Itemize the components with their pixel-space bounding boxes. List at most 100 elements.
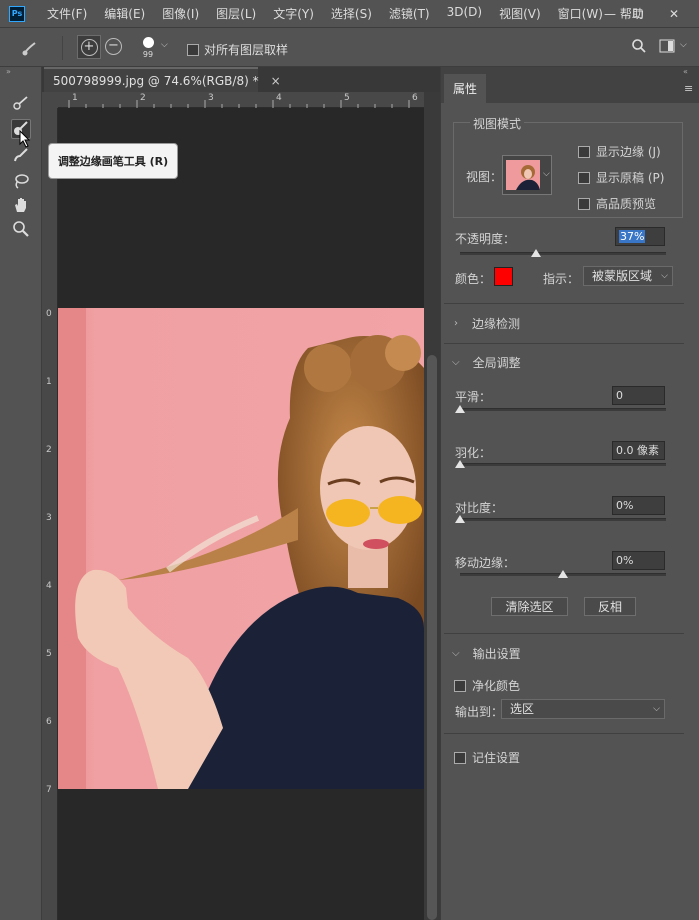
checkbox-box[interactable]: [454, 679, 466, 692]
lasso-tool-icon[interactable]: [11, 171, 31, 191]
color-label: 颜色：: [455, 272, 492, 286]
view-mode-title: 视图模式: [470, 115, 525, 132]
menu-filter[interactable]: 滤镜(T): [389, 5, 430, 22]
section-divider: [444, 733, 684, 734]
output-to-dropdown[interactable]: 选区 ⌵: [501, 699, 665, 719]
checkbox-box[interactable]: [578, 197, 590, 210]
decontaminate-checkbox[interactable]: 净化颜色: [454, 677, 520, 694]
global-refine-label: 全局调整: [472, 356, 521, 370]
indicate-dropdown[interactable]: 被蒙版区域 ⌵: [583, 266, 673, 286]
hand-tool-icon[interactable]: [11, 195, 31, 215]
sample-all-layers-label: 对所有图层取样: [204, 43, 289, 57]
color-swatch[interactable]: [494, 267, 513, 286]
ruler-label: 2: [46, 445, 52, 455]
chevron-down-icon[interactable]: ⌵: [161, 40, 168, 50]
feather-label: 羽化：: [455, 446, 492, 460]
panel-menu-icon[interactable]: ≡: [684, 82, 693, 95]
brush-tool-icon[interactable]: [11, 145, 31, 165]
menu-type[interactable]: 文字(Y): [273, 5, 314, 22]
smooth-field[interactable]: 0: [612, 386, 665, 405]
hq-preview-checkbox[interactable]: 高品质预览: [578, 195, 656, 212]
zoom-tool-icon[interactable]: [11, 219, 31, 239]
global-refine-section[interactable]: ⌵ 全局调整: [452, 354, 521, 371]
photoshop-logo: Ps: [9, 5, 25, 22]
checkbox-box[interactable]: [187, 43, 199, 56]
search-icon[interactable]: [631, 38, 647, 54]
indicate-label: 指示：: [543, 272, 580, 286]
close-tab-icon[interactable]: ×: [271, 74, 281, 88]
contrast-label: 对比度：: [455, 501, 504, 515]
ruler-label: 7: [46, 785, 52, 795]
smooth-slider[interactable]: [460, 408, 666, 411]
show-original-checkbox[interactable]: 显示原稿 (P): [578, 169, 664, 186]
close-window-icon[interactable]: ✕: [660, 0, 688, 27]
shift-edge-field[interactable]: 0%: [612, 551, 665, 570]
feather-slider[interactable]: [460, 463, 666, 466]
menu-select[interactable]: 选择(S): [331, 5, 372, 22]
erase-refinement-button[interactable]: −: [105, 38, 122, 55]
view-thumbnail-icon: [506, 160, 540, 190]
refine-edge-brush-preset-icon[interactable]: [20, 38, 42, 58]
document-tab-title: 500798999.jpg @ 74.6%(RGB/8) *: [53, 73, 259, 88]
menu-image[interactable]: 图像(I): [162, 5, 199, 22]
collapse-panel-icon[interactable]: «: [683, 67, 688, 76]
indicate-value: 被蒙版区域: [592, 269, 653, 283]
clear-selection-button[interactable]: 清除选区: [491, 597, 568, 616]
menu-layer[interactable]: 图层(L): [216, 5, 256, 22]
menu-3d[interactable]: 3D(D): [447, 5, 482, 22]
tools-panel: »: [0, 67, 42, 920]
checkbox-box[interactable]: [578, 171, 590, 184]
smooth-slider-thumb[interactable]: [455, 405, 465, 413]
feather-field[interactable]: 0.0 像素: [612, 441, 665, 460]
ruler-label: 3: [46, 513, 52, 523]
opacity-field[interactable]: 37%: [615, 227, 665, 246]
view-mode-dropdown[interactable]: ⌵: [502, 155, 552, 195]
workspace-chevron-icon[interactable]: ⌵: [680, 40, 687, 50]
ruler-label: 6: [46, 717, 52, 727]
shift-edge-label: 移动边缘：: [455, 556, 516, 570]
remember-settings-checkbox[interactable]: 记住设置: [454, 749, 520, 766]
workspace-icon[interactable]: [659, 39, 675, 53]
checkbox-box[interactable]: [578, 145, 590, 158]
minus-icon: −: [105, 38, 122, 55]
tab-properties[interactable]: 属性: [444, 74, 486, 103]
document-photo[interactable]: [58, 308, 424, 789]
output-settings-label: 输出设置: [472, 647, 521, 661]
scrollbar-thumb[interactable]: [427, 355, 437, 920]
feather-slider-thumb[interactable]: [455, 460, 465, 468]
chevron-down-icon: ⌵: [653, 704, 660, 714]
contrast-slider-thumb[interactable]: [455, 515, 465, 523]
edge-detection-label: 边缘检测: [472, 317, 521, 331]
tool-tooltip: 调整边缘画笔工具 (R): [48, 143, 178, 179]
menu-file[interactable]: 文件(F): [47, 5, 87, 22]
menu-bar: Ps 文件(F) 编辑(E) 图像(I) 图层(L) 文字(Y) 选择(S) 滤…: [0, 0, 699, 27]
minimize-icon[interactable]: —: [596, 0, 624, 27]
show-edge-checkbox[interactable]: 显示边缘 (J): [578, 143, 661, 160]
invert-button[interactable]: 反相: [584, 597, 636, 616]
opacity-slider[interactable]: [460, 252, 666, 255]
section-divider: [444, 633, 684, 634]
maximize-icon[interactable]: ☐: [624, 0, 652, 27]
menu-edit[interactable]: 编辑(E): [104, 5, 145, 22]
edge-detection-section[interactable]: › 边缘检测: [454, 315, 520, 332]
quick-selection-tool-icon[interactable]: [11, 93, 31, 113]
hq-preview-label: 高品质预览: [596, 197, 657, 211]
menu-view[interactable]: 视图(V): [499, 5, 541, 22]
collapse-toolbar-icon[interactable]: »: [6, 67, 11, 76]
output-settings-section[interactable]: ⌵ 输出设置: [452, 645, 521, 662]
remember-settings-label: 记住设置: [472, 751, 521, 765]
sample-all-layers-checkbox[interactable]: 对所有图层取样: [187, 41, 288, 58]
checkbox-box[interactable]: [454, 751, 466, 764]
opacity-slider-thumb[interactable]: [531, 249, 542, 257]
contrast-field[interactable]: 0%: [612, 496, 665, 515]
expand-brush-button[interactable]: +: [77, 35, 101, 59]
chevron-down-icon: ⌵: [452, 648, 460, 659]
document-tab[interactable]: 500798999.jpg @ 74.6%(RGB/8) * ×: [44, 67, 281, 92]
shift-edge-slider-thumb[interactable]: [558, 570, 568, 578]
show-original-label: 显示原稿 (P): [596, 171, 665, 185]
show-edge-label: 显示边缘 (J): [596, 145, 661, 159]
ruler-label: 1: [46, 377, 52, 387]
contrast-slider[interactable]: [460, 518, 666, 521]
brush-size-picker[interactable]: 99: [138, 33, 158, 63]
section-divider: [444, 303, 684, 304]
